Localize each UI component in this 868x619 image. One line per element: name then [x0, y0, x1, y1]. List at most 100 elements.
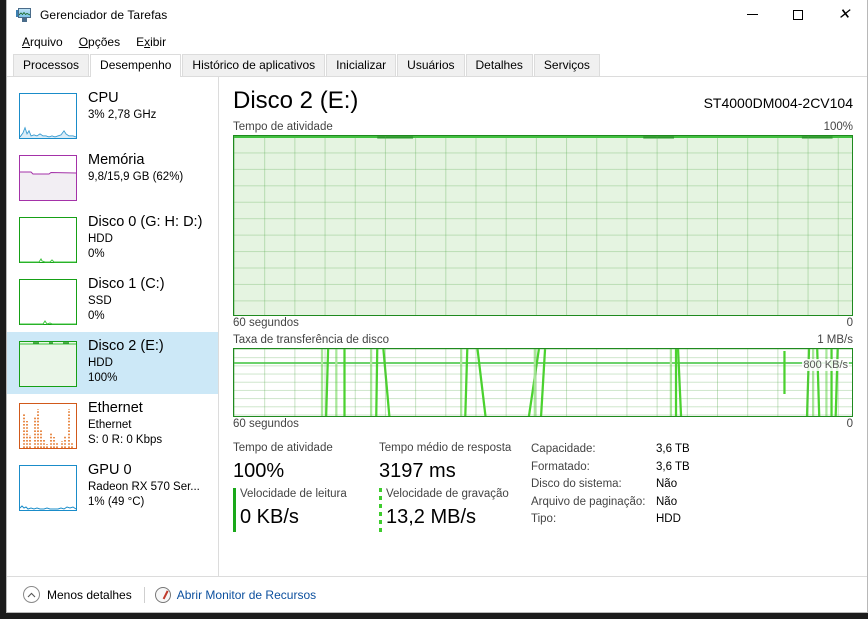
detail-tipo: Tipo: HDD [531, 511, 690, 529]
panel-header: Disco 2 (E:) ST4000DM004-2CV104 [233, 86, 853, 120]
detail-arquivo-de-paginacao-key: Arquivo de paginação: [531, 495, 646, 508]
tab-historico-de-aplicativos[interactable]: Histórico de aplicativos [182, 54, 326, 76]
disk-model: ST4000DM004-2CV104 [703, 95, 853, 111]
maximize-button[interactable] [775, 0, 821, 30]
ethernet-mini-chart [19, 403, 77, 449]
sidebar-item-cpu[interactable]: CPU 3% 2,78 GHz [7, 84, 218, 146]
detail-formatado: Formatado: 3,6 TB [531, 459, 690, 477]
menu-exibir[interactable]: Exibir [129, 32, 175, 52]
tab-usuarios[interactable]: Usuários [397, 54, 465, 76]
transfer-rate-labels: Taxa de transferência de disco 1 MB/s [233, 333, 853, 348]
sidebar-item-gpu-0-sub1: Radeon RX 570 Ser... [88, 481, 200, 493]
detail-arquivo-de-paginacao: Arquivo de paginação: Não [531, 494, 690, 512]
task-manager-icon [16, 7, 32, 23]
transfer-rate-label: Taxa de transferência de disco [233, 334, 389, 346]
active-time-axis-left: 60 segundos [233, 317, 299, 329]
transfer-rate-axis-left: 60 segundos [233, 418, 299, 430]
open-resource-monitor-link[interactable]: Abrir Monitor de Recursos [154, 586, 317, 603]
detail-capacidade-key: Capacidade: [531, 443, 596, 455]
stat-tempo-de-atividade-label: Tempo de atividade [233, 442, 333, 454]
active-time-axis: 60 segundos 0 [233, 316, 853, 333]
sidebar-item-disco-2-text: Disco 2 (E:) HDD 100% [88, 336, 164, 386]
sidebar-item-disco-0[interactable]: Disco 0 (G: H: D:) HDD 0% [7, 208, 218, 270]
sidebar-item-disco-1-sub2: 0% [88, 310, 105, 322]
stat-velocidade-de-gravacao-label: Velocidade de gravação [386, 488, 509, 500]
gpu0-mini-chart [19, 465, 77, 511]
stat-tempo-de-atividade-value: 100% [233, 460, 285, 482]
stat-velocidade-de-leitura-label: Velocidade de leitura [240, 488, 347, 500]
sidebar-item-memoria-sub1: 9,8/15,9 GB (62%) [88, 171, 184, 183]
sidebar-item-disco-2-sub1: HDD [88, 357, 113, 369]
active-time-label: Tempo de atividade [233, 121, 333, 133]
memory-mini-chart [19, 155, 77, 201]
sidebar-item-cpu-text: CPU 3% 2,78 GHz [88, 88, 156, 123]
tab-desempenho[interactable]: Desempenho [90, 54, 182, 77]
detail-disco-do-sistema-key: Disco do sistema: [531, 478, 622, 490]
detail-tipo-value: HDD [656, 513, 681, 525]
transfer-rate-max: 1 MB/s [817, 334, 853, 346]
fewer-details-button[interactable]: Menos detalhes [23, 586, 132, 603]
disk1-mini-chart [19, 279, 77, 325]
page-title: Disco 2 (E:) [233, 87, 359, 114]
stat-velocidade-de-gravacao: Velocidade de gravação 13,2 MB/s [379, 486, 525, 532]
sidebar-item-disco-1-text: Disco 1 (C:) SSD 0% [88, 274, 165, 324]
read-speed-legend-swatch [233, 488, 236, 532]
chevron-up-icon [23, 586, 40, 603]
cpu-mini-chart [19, 93, 77, 139]
detail-arquivo-de-paginacao-value: Não [656, 495, 678, 508]
sidebar-item-ethernet-text: Ethernet Ethernet S: 0 R: 0 Kbps [88, 398, 162, 448]
transfer-rate-marker: 800 KB/s [802, 359, 849, 371]
sidebar-item-cpu-title: CPU [88, 90, 119, 106]
detail-disco-do-sistema-value: Não [656, 478, 678, 490]
stats-area: Tempo de atividade 100% Tempo médio de r… [233, 434, 853, 532]
sidebar-item-memoria-title: Memória [88, 152, 145, 168]
open-resource-monitor-label: Abrir Monitor de Recursos [176, 587, 317, 602]
tab-servicos[interactable]: Serviços [533, 54, 600, 76]
stat-tempo-medio-de-resposta-value: 3197 ms [379, 460, 456, 482]
sidebar-item-ethernet-sub1: Ethernet [88, 419, 132, 431]
detail-tipo-key: Tipo: [531, 513, 557, 525]
stats-metrics: Tempo de atividade 100% Tempo médio de r… [233, 440, 525, 532]
tab-strip: Processos Desempenho Histórico de aplica… [7, 54, 867, 77]
minimize-button[interactable] [729, 0, 775, 30]
menu-arquivo[interactable]: Arquivo [15, 32, 72, 52]
sidebar-item-disco-1-sub1: SSD [88, 295, 112, 307]
sidebar-item-gpu-0-text: GPU 0 Radeon RX 570 Ser... 1% (49 °C) [88, 460, 200, 510]
write-speed-legend-swatch [379, 488, 382, 532]
sidebar-item-ethernet[interactable]: Ethernet Ethernet S: 0 R: 0 Kbps [7, 394, 218, 456]
transfer-rate-graph: 800 KB/s [233, 348, 853, 417]
disk-details: Capacidade: 3,6 TB Formatado: 3,6 TB Dis… [525, 440, 690, 532]
menu-arquivo-rest: rquivo [30, 35, 63, 49]
sidebar-item-disco-2[interactable]: Disco 2 (E:) HDD 100% [7, 332, 218, 394]
transfer-rate-axis-right: 0 [846, 418, 853, 430]
window-controls: ✕ [729, 0, 867, 30]
sidebar-item-disco-1[interactable]: Disco 1 (C:) SSD 0% [7, 270, 218, 332]
content-area: CPU 3% 2,78 GHz Memória 9,8/15,9 GB (62%… [7, 77, 867, 576]
sidebar-item-gpu-0[interactable]: GPU 0 Radeon RX 570 Ser... 1% (49 °C) [7, 456, 218, 518]
sidebar-item-disco-1-title: Disco 1 (C:) [88, 276, 165, 292]
sidebar-item-disco-0-text: Disco 0 (G: H: D:) HDD 0% [88, 212, 202, 262]
stat-tempo-de-atividade: Tempo de atividade 100% [233, 440, 379, 486]
active-time-max: 100% [823, 121, 853, 133]
sidebar-item-memoria[interactable]: Memória 9,8/15,9 GB (62%) [7, 146, 218, 208]
menu-opcoes[interactable]: Opções [72, 32, 129, 52]
sidebar-item-disco-2-title: Disco 2 (E:) [88, 338, 164, 354]
tab-inicializar[interactable]: Inicializar [326, 54, 397, 76]
sidebar-item-disco-0-sub1: HDD [88, 233, 113, 245]
tab-detalhes[interactable]: Detalhes [465, 54, 533, 76]
resource-monitor-icon [154, 586, 171, 603]
sidebar-item-gpu-0-sub2: 1% (49 °C) [88, 496, 145, 508]
tab-processos[interactable]: Processos [13, 54, 90, 76]
close-button[interactable]: ✕ [821, 0, 867, 30]
performance-panel: Disco 2 (E:) ST4000DM004-2CV104 Tempo de… [219, 77, 867, 576]
sidebar-item-ethernet-title: Ethernet [88, 400, 143, 416]
disk0-mini-chart [19, 217, 77, 263]
stat-tempo-medio-de-resposta-label: Tempo médio de resposta [379, 442, 512, 454]
stat-velocidade-de-leitura-value: 0 KB/s [240, 506, 299, 528]
active-time-grid [234, 136, 852, 315]
sidebar-item-disco-2-sub2: 100% [88, 372, 118, 384]
resource-sidebar[interactable]: CPU 3% 2,78 GHz Memória 9,8/15,9 GB (62%… [7, 77, 219, 576]
sidebar-item-ethernet-sub2: S: 0 R: 0 Kbps [88, 434, 163, 446]
status-bar: Menos detalhes Abrir Monitor de Recursos [7, 576, 867, 612]
menu-bar: Arquivo Opções Exibir [7, 30, 867, 54]
